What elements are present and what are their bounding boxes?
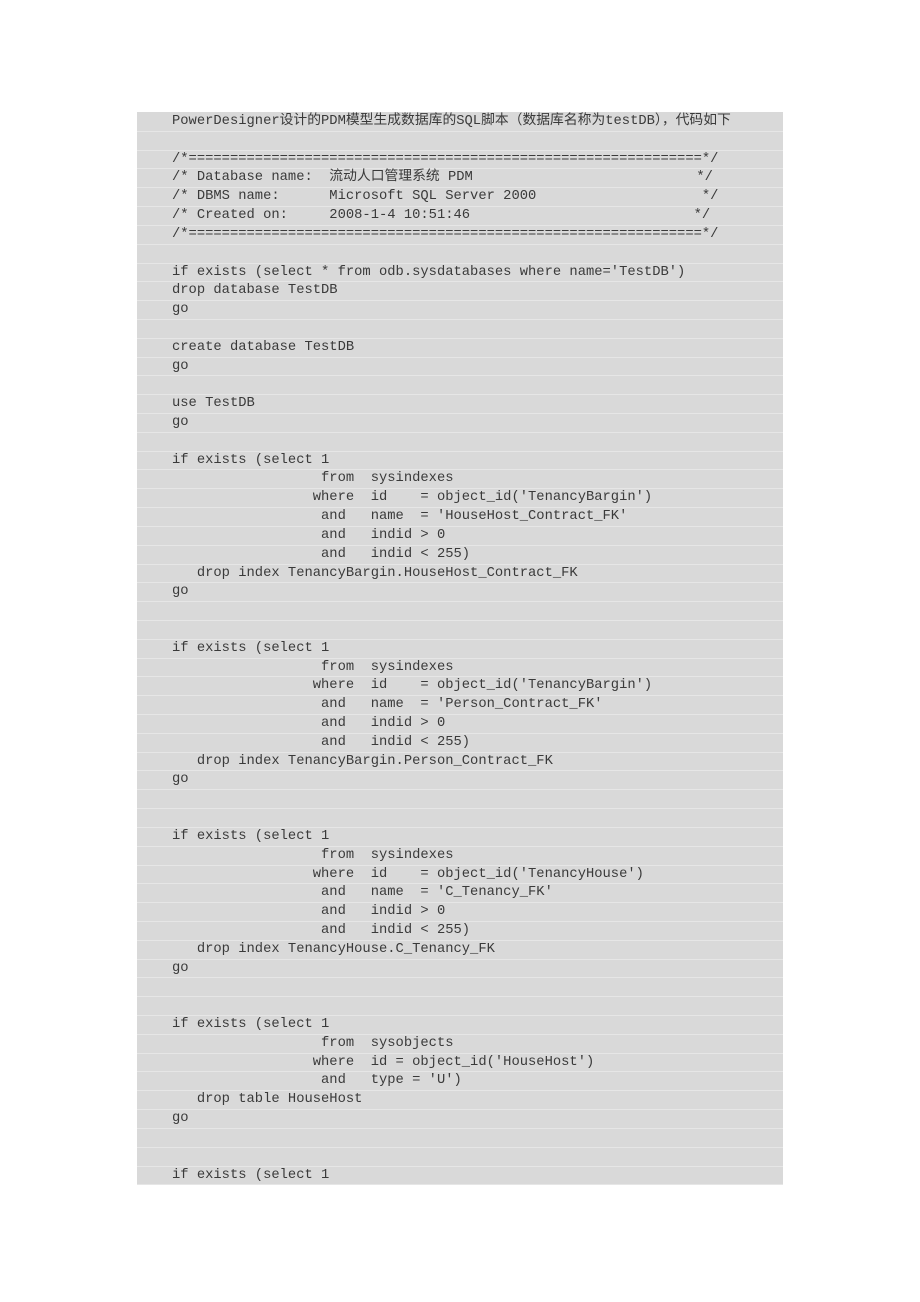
code-line — [137, 809, 783, 828]
code-line: and indid < 255) — [137, 922, 783, 941]
code-line: drop index TenancyBargin.HouseHost_Contr… — [137, 565, 783, 584]
code-line: and name = 'HouseHost_Contract_FK' — [137, 508, 783, 527]
code-line: go — [137, 771, 783, 791]
code-line: if exists (select 1 — [137, 828, 783, 847]
code-line: if exists (select * from odb.sysdatabase… — [137, 264, 783, 283]
code-line — [137, 997, 783, 1016]
intro-text: PowerDesigner设计的PDM模型生成数据库的SQL脚本（数据库名称为t… — [137, 113, 783, 132]
code-line: drop database TestDB — [137, 282, 783, 301]
code-line — [137, 132, 783, 151]
code-line: /*======================================… — [137, 151, 783, 170]
code-line: from sysobjects — [137, 1035, 783, 1054]
code-line: create database TestDB — [137, 339, 783, 358]
code-line: from sysindexes — [137, 659, 783, 678]
code-line: where id = object_id('HouseHost') — [137, 1054, 783, 1073]
code-line: drop table HouseHost — [137, 1091, 783, 1110]
code-line: where id = object_id('TenancyBargin') — [137, 489, 783, 508]
code-line: go — [137, 960, 783, 979]
code-line: /* Created on: 2008-1-4 10:51:46 */ — [137, 207, 783, 226]
code-line: and name = 'Person_Contract_FK' — [137, 696, 783, 715]
code-line: and indid > 0 — [137, 527, 783, 546]
code-line: and indid < 255) — [137, 734, 783, 753]
code-line — [137, 790, 783, 809]
code-line: use TestDB — [137, 395, 783, 414]
code-line: drop index TenancyBargin.Person_Contract… — [137, 753, 783, 772]
code-line: from sysindexes — [137, 470, 783, 490]
code-line: and indid > 0 — [137, 903, 783, 922]
code-line: and indid < 255) — [137, 546, 783, 565]
code-line: go — [137, 583, 783, 602]
code-line: /*======================================… — [137, 226, 783, 245]
code-line — [137, 1129, 783, 1148]
code-line: where id = object_id('TenancyHouse') — [137, 866, 783, 885]
code-line: go — [137, 301, 783, 320]
code-line: from sysindexes — [137, 847, 783, 866]
code-line: where id = object_id('TenancyBargin') — [137, 677, 783, 697]
code-line: if exists (select 1 — [137, 1016, 783, 1035]
code-line — [137, 1148, 783, 1167]
code-line: if exists (select 1 — [137, 452, 783, 471]
code-line — [137, 621, 783, 640]
code-line — [137, 320, 783, 339]
code-line — [137, 433, 783, 452]
code-lines: PowerDesigner设计的PDM模型生成数据库的SQL脚本（数据库名称为t… — [137, 113, 783, 1185]
code-line: and type = 'U') — [137, 1072, 783, 1092]
code-line: if exists (select 1 — [137, 1167, 783, 1185]
code-line: /* DBMS name: Microsoft SQL Server 2000 … — [137, 188, 783, 207]
sql-code-block: PowerDesigner设计的PDM模型生成数据库的SQL脚本（数据库名称为t… — [137, 112, 783, 1185]
code-line: go — [137, 358, 783, 377]
code-line — [137, 978, 783, 998]
code-line: and indid > 0 — [137, 715, 783, 734]
code-line — [137, 602, 783, 621]
code-line — [137, 376, 783, 396]
code-line: and name = 'C_Tenancy_FK' — [137, 884, 783, 903]
code-line: drop index TenancyHouse.C_Tenancy_FK — [137, 941, 783, 960]
code-line: if exists (select 1 — [137, 640, 783, 659]
code-line: go — [137, 1110, 783, 1129]
code-line — [137, 245, 783, 264]
code-line: go — [137, 414, 783, 433]
code-line: /* Database name: 流动人口管理系统 PDM */ — [137, 169, 783, 189]
